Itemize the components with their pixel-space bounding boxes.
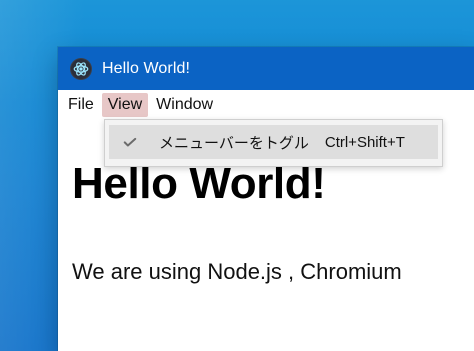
menu-window[interactable]: Window [152,93,217,117]
check-icon [121,133,139,151]
title-bar[interactable]: Hello World! [58,47,474,90]
window-title: Hello World! [102,59,191,77]
menu-view[interactable]: View [101,92,149,117]
view-dropdown-menu: メニューバーをトグル Ctrl+Shift+T [104,119,443,167]
toggle-menubar-label: メニューバーをトグル [159,134,309,152]
electron-atom-svg [73,61,89,76]
toggle-menubar-accelerator: Ctrl+Shift+T [324,133,405,151]
menu-file[interactable]: File [64,93,98,117]
toggle-menubar-item[interactable]: メニューバーをトグル Ctrl+Shift+T [109,125,438,159]
page-paragraph: We are using Node.js , Chromium [72,259,402,284]
check-svg [123,137,137,147]
electron-atom-icon [70,57,92,80]
app-window: Hello World! File View Window Hello Worl… [58,47,474,351]
menu-bar: File View Window [58,90,474,119]
